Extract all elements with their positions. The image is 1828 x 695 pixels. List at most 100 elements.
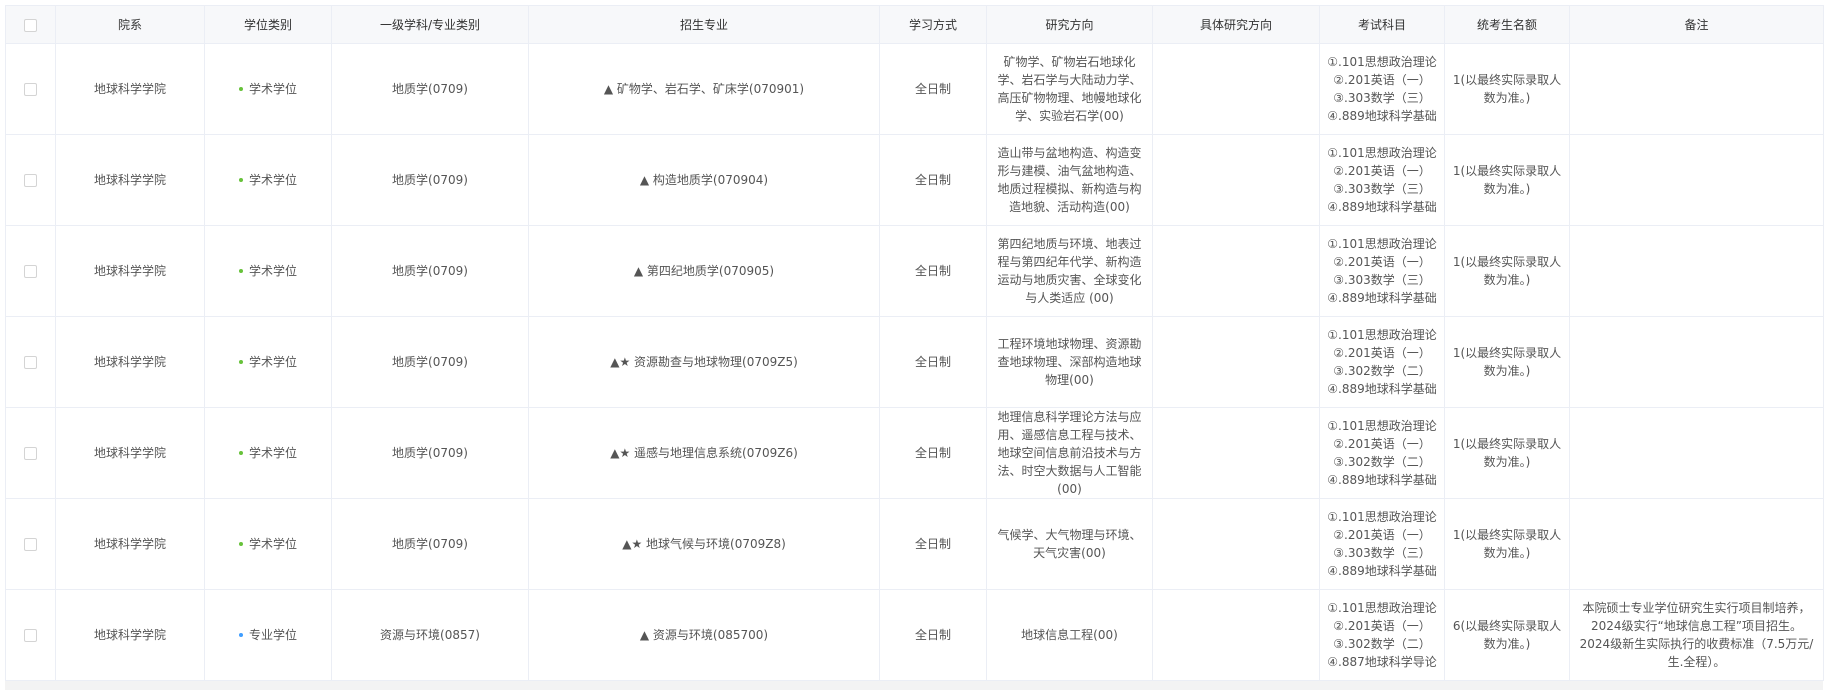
degree-type-dot: [238, 268, 243, 273]
quota-cell: 6(以最终实际录取人数为准。): [1444, 589, 1570, 681]
degree-type-dot: [238, 359, 243, 364]
research-direction-cell: 第四纪地质与环境、地表过程与第四纪年代学、新构造运动与地质灾害、全球变化与人类适…: [986, 225, 1153, 317]
select-all-checkbox[interactable]: [24, 18, 37, 32]
major-cell: ▲ 第四纪地质学(070905): [528, 225, 880, 317]
exam-subject-2: ②.201英语（一）: [1333, 346, 1431, 360]
horizontal-scrollbar[interactable]: [5, 681, 1823, 690]
major-cell: ▲★ 地球气候与环境(0709Z8): [528, 498, 880, 590]
exam-subject-1: ①.101思想政治理论: [1327, 328, 1437, 342]
table-row: 地球科学学院 学术学位 地质学(0709) ▲★ 资源勘查与地球物理(0709Z…: [5, 316, 1824, 408]
research-direction-cell: 地理信息科学理论方法与应用、遥感信息工程与技术、地球空间信息前沿技术与方法、时空…: [986, 407, 1153, 499]
degree-type-dot: [238, 541, 243, 546]
exam-subject-2: ②.201英语（一）: [1333, 437, 1431, 451]
study-mode-cell: 全日制: [879, 407, 987, 499]
degree-type-label: 学术学位: [248, 355, 297, 369]
row-checkbox[interactable]: [24, 265, 37, 278]
row-select-cell[interactable]: [5, 225, 56, 317]
research-direction-cell: 地球信息工程(00): [986, 589, 1153, 681]
degree-type-dot: [238, 450, 243, 455]
table-row: 地球科学学院 学术学位 地质学(0709) ▲ 第四纪地质学(070905) 全…: [5, 225, 1824, 317]
degree-type-label: 学术学位: [248, 446, 297, 460]
row-select-cell[interactable]: [5, 43, 56, 135]
exam-subject-2: ②.201英语（一）: [1333, 255, 1431, 269]
degree-type-cell: 学术学位: [204, 134, 332, 226]
exam-subject-4: ④.889地球科学基础: [1327, 473, 1437, 487]
exam-subject-3: ③.302数学（二）: [1333, 637, 1431, 651]
remarks-cell: [1569, 407, 1824, 499]
major-cell: ▲★ 遥感与地理信息系统(0709Z6): [528, 407, 880, 499]
dept-cell: 地球科学学院: [55, 225, 205, 317]
exam-subject-4: ④.889地球科学基础: [1327, 382, 1437, 396]
row-select-cell[interactable]: [5, 316, 56, 408]
degree-type-dot: [238, 86, 243, 91]
exam-subject-3: ③.303数学（三）: [1333, 182, 1431, 196]
header-research-direction: 研究方向: [986, 5, 1153, 44]
row-select-cell[interactable]: [5, 407, 56, 499]
exam-subject-3: ③.303数学（三）: [1333, 273, 1431, 287]
select-all-cell[interactable]: [5, 5, 56, 44]
exam-subject-3: ③.303数学（三）: [1333, 91, 1431, 105]
study-mode-cell: 全日制: [879, 225, 987, 317]
exam-subjects-cell: ①.101思想政治理论 ②.201英语（一） ③.303数学（三） ④.889地…: [1319, 498, 1445, 590]
row-checkbox[interactable]: [24, 174, 37, 187]
row-select-cell[interactable]: [5, 134, 56, 226]
quota-cell: 1(以最终实际录取人数为准。): [1444, 498, 1570, 590]
research-direction-cell: 工程环境地球物理、资源勘查地球物理、深部构造地球物理(00): [986, 316, 1153, 408]
remarks-cell: [1569, 225, 1824, 317]
table-row: 地球科学学院 学术学位 地质学(0709) ▲★ 地球气候与环境(0709Z8)…: [5, 498, 1824, 590]
exam-subject-3: ③.302数学（二）: [1333, 455, 1431, 469]
research-direction-cell: 矿物学、矿物岩石地球化学、岩石学与大陆动力学、高压矿物物理、地幔地球化学、实验岩…: [986, 43, 1153, 135]
exam-subject-3: ③.303数学（三）: [1333, 546, 1431, 560]
header-major: 招生专业: [528, 5, 880, 44]
degree-type-label: 学术学位: [248, 264, 297, 278]
quota-cell: 1(以最终实际录取人数为准。): [1444, 134, 1570, 226]
header-quota: 统考生名额: [1444, 5, 1570, 44]
dept-cell: 地球科学学院: [55, 589, 205, 681]
exam-subject-1: ①.101思想政治理论: [1327, 510, 1437, 524]
degree-type-cell: 学术学位: [204, 225, 332, 317]
exam-subject-1: ①.101思想政治理论: [1327, 146, 1437, 160]
study-mode-cell: 全日制: [879, 316, 987, 408]
remarks-cell: [1569, 134, 1824, 226]
degree-type-dot: [238, 177, 243, 182]
degree-type-label: 专业学位: [248, 628, 297, 642]
dept-cell: 地球科学学院: [55, 316, 205, 408]
header-dept: 院系: [55, 5, 205, 44]
remarks-cell: [1569, 316, 1824, 408]
exam-subject-4: ④.887地球科学导论: [1327, 655, 1437, 669]
discipline-cell: 地质学(0709): [331, 407, 529, 499]
row-checkbox[interactable]: [24, 538, 37, 551]
degree-type-label: 学术学位: [248, 537, 297, 551]
exam-subject-1: ①.101思想政治理论: [1327, 419, 1437, 433]
dept-cell: 地球科学学院: [55, 498, 205, 590]
header-specific-direction: 具体研究方向: [1152, 5, 1320, 44]
dept-cell: 地球科学学院: [55, 134, 205, 226]
specific-direction-cell: [1152, 43, 1320, 135]
table-row: 地球科学学院 学术学位 地质学(0709) ▲★ 遥感与地理信息系统(0709Z…: [5, 407, 1824, 499]
exam-subject-2: ②.201英语（一）: [1333, 164, 1431, 178]
row-select-cell[interactable]: [5, 589, 56, 681]
study-mode-cell: 全日制: [879, 134, 987, 226]
header-study-mode: 学习方式: [879, 5, 987, 44]
discipline-cell: 地质学(0709): [331, 134, 529, 226]
admissions-table: 院系 学位类别 一级学科/专业类别 招生专业 学习方式 研究方向 具体研究方向 …: [5, 5, 1824, 681]
exam-subject-4: ④.889地球科学基础: [1327, 291, 1437, 305]
discipline-cell: 地质学(0709): [331, 43, 529, 135]
quota-cell: 1(以最终实际录取人数为准。): [1444, 316, 1570, 408]
row-checkbox[interactable]: [24, 447, 37, 460]
row-checkbox[interactable]: [24, 83, 37, 96]
row-checkbox[interactable]: [24, 356, 37, 369]
discipline-cell: 资源与环境(0857): [331, 589, 529, 681]
row-checkbox[interactable]: [24, 629, 37, 642]
exam-subjects-cell: ①.101思想政治理论 ②.201英语（一） ③.302数学（二） ④.887地…: [1319, 589, 1445, 681]
dept-cell: 地球科学学院: [55, 407, 205, 499]
table-row: 地球科学学院 专业学位 资源与环境(0857) ▲ 资源与环境(085700) …: [5, 589, 1824, 681]
discipline-cell: 地质学(0709): [331, 498, 529, 590]
specific-direction-cell: [1152, 407, 1320, 499]
table-row: 地球科学学院 学术学位 地质学(0709) ▲ 矿物学、岩石学、矿床学(0709…: [5, 43, 1824, 135]
header-remarks: 备注: [1569, 5, 1824, 44]
header-discipline: 一级学科/专业类别: [331, 5, 529, 44]
exam-subject-4: ④.889地球科学基础: [1327, 200, 1437, 214]
degree-type-label: 学术学位: [248, 82, 297, 96]
row-select-cell[interactable]: [5, 498, 56, 590]
